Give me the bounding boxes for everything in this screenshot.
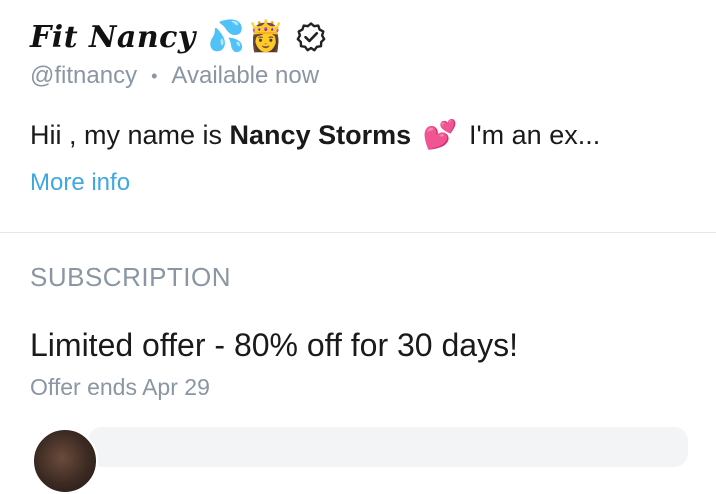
section-divider [0,232,716,233]
profile-meta: @fitnancy • Available now [30,62,696,90]
meta-separator: • [151,65,158,86]
verified-badge-icon [295,21,327,53]
subscription-section: SUBSCRIPTION Limited offer - 80% off for… [30,262,696,401]
display-name: Fit Nancy [30,19,196,55]
availability-status: Available now [171,62,320,89]
avatar [32,428,98,494]
bio-prefix: Hii , my name is [30,120,230,150]
two-hearts-icon: 💕 [422,118,458,151]
sweat-droplets-icon: 💦 [207,19,246,54]
bio-name: Nancy Storms [229,120,412,150]
profile-header: Fit Nancy 💦 👸 @fitnancy • Available now … [30,14,696,197]
profile-bio: Hii , my name is Nancy Storms 💕 I'm an e… [30,118,696,151]
offer-title: Limited offer - 80% off for 30 days! [30,327,518,363]
bio-suffix: I'm an ex... [461,120,601,150]
more-info-link[interactable]: More info [30,169,130,197]
princess-icon: 👸 [247,19,285,54]
section-title: SUBSCRIPTION [30,262,232,292]
username: @fitnancy [30,62,138,89]
offer-end-date: Offer ends Apr 29 [30,374,210,400]
name-row: Fit Nancy 💦 👸 [30,14,696,60]
subscription-offer-card[interactable] [88,427,688,467]
